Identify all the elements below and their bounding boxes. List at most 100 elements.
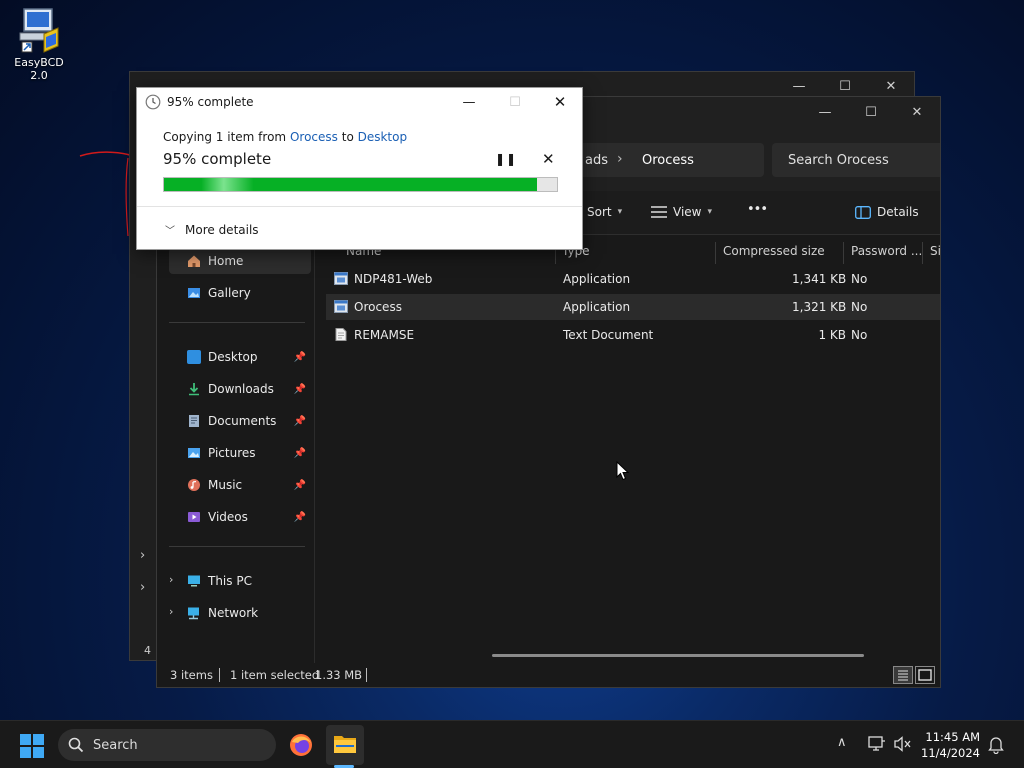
- file-explorer-taskbar-button[interactable]: [326, 725, 364, 765]
- pin-icon[interactable]: 📌: [294, 384, 306, 395]
- file-compressed-size: 1 KB: [818, 328, 846, 342]
- nav-item-gallery[interactable]: Gallery: [187, 280, 312, 306]
- pictures-icon: [188, 448, 200, 458]
- close-icon[interactable]: ✕: [540, 91, 580, 113]
- show-hidden-icons-button[interactable]: ∧: [837, 735, 847, 750]
- status-divider: [219, 668, 220, 682]
- breadcrumb-item-current[interactable]: Orocess: [642, 153, 694, 168]
- copy-description: Copying 1 item from Orocess to Desktop: [163, 130, 407, 144]
- nav-label: Downloads: [208, 382, 274, 396]
- firefox-taskbar-button[interactable]: [289, 733, 313, 760]
- table-row[interactable]: REMAMSE Text Document 1 KB No: [326, 322, 940, 348]
- close-icon[interactable]: ✕: [894, 97, 940, 127]
- tiles-view-button[interactable]: [915, 666, 935, 684]
- file-password: No: [851, 328, 868, 342]
- nav-item-home[interactable]: Home: [169, 248, 311, 274]
- column-header-password[interactable]: Password ...: [851, 244, 922, 258]
- notification-bell-icon[interactable]: [988, 736, 1004, 754]
- to-word: to: [341, 130, 354, 144]
- chevron-right-icon[interactable]: ›: [140, 580, 145, 595]
- dialog-title: 95% complete: [167, 95, 254, 109]
- pin-icon[interactable]: 📌: [294, 448, 306, 459]
- minimize-icon[interactable]: —: [449, 91, 489, 113]
- nav-item-pictures[interactable]: Pictures 📌: [187, 440, 312, 466]
- taskbar-search-box[interactable]: Search: [58, 729, 276, 761]
- music-icon: [188, 479, 200, 491]
- status-item-count: 4: [144, 644, 151, 657]
- more-options-button[interactable]: •••: [747, 202, 768, 217]
- minimize-icon[interactable]: —: [802, 97, 848, 127]
- maximize-icon: ☐: [509, 94, 521, 110]
- details-label: Details: [877, 205, 919, 219]
- nav-item-this-pc[interactable]: This PC: [187, 568, 312, 594]
- firefox-icon: [290, 734, 312, 756]
- desktop-icon-easybcd[interactable]: EasyBCD 2.0: [4, 6, 74, 82]
- chevron-right-icon[interactable]: ›: [169, 605, 173, 618]
- more-details-label: More details: [185, 222, 259, 237]
- pin-icon[interactable]: 📌: [294, 416, 306, 427]
- nav-label: Network: [208, 606, 259, 620]
- progress-percent-text: 95% complete: [163, 150, 272, 168]
- home-icon: [188, 255, 200, 267]
- nav-item-music[interactable]: Music 📌: [187, 472, 312, 498]
- nav-divider: [169, 546, 305, 547]
- search-input[interactable]: Search Orocess: [772, 143, 940, 177]
- tiles-view-icon: [918, 669, 932, 681]
- file-name: NDP481-Web: [354, 272, 433, 286]
- column-header-compressed-size[interactable]: Compressed size: [723, 244, 825, 258]
- computer-icon: [188, 575, 200, 587]
- file-name: Orocess: [354, 300, 402, 314]
- copy-progress-dialog[interactable]: 95% complete — ☐ ✕ Copying 1 item from O…: [136, 87, 583, 250]
- start-button[interactable]: [20, 734, 44, 761]
- chevron-right-icon[interactable]: ›: [140, 548, 145, 563]
- pin-icon[interactable]: 📌: [294, 512, 306, 523]
- column-divider[interactable]: [843, 242, 844, 264]
- pin-icon[interactable]: 📌: [294, 352, 306, 363]
- table-row[interactable]: Orocess Application 1,321 KB No: [326, 294, 940, 320]
- column-divider[interactable]: [715, 242, 716, 264]
- taskbar-search-label: Search: [93, 738, 138, 753]
- table-row[interactable]: NDP481-Web Application 1,341 KB No: [326, 266, 940, 292]
- destination-link[interactable]: Desktop: [358, 130, 408, 144]
- dialog-title-bar[interactable]: 95% complete — ☐ ✕: [137, 88, 582, 116]
- nav-item-network[interactable]: Network: [187, 600, 312, 626]
- taskbar: Search ∧ 11:45 AM 11/4/2024: [0, 720, 1024, 768]
- source-link[interactable]: Orocess: [290, 130, 338, 144]
- cancel-button[interactable]: ✕: [542, 150, 555, 168]
- nav-label: Documents: [208, 414, 277, 428]
- nav-label: Videos: [208, 510, 248, 524]
- breadcrumb-item-downloads[interactable]: ads: [585, 153, 608, 168]
- pin-icon[interactable]: 📌: [294, 480, 306, 491]
- view-button[interactable]: View ▾: [651, 205, 712, 219]
- horizontal-scrollbar[interactable]: [492, 654, 864, 657]
- application-icon: [334, 300, 348, 313]
- network-status-icon[interactable]: [868, 736, 886, 752]
- pause-button[interactable]: ❚❚: [495, 152, 517, 166]
- more-details-button[interactable]: ﹀ More details: [165, 222, 259, 238]
- status-size: 1.33 MB: [315, 668, 363, 682]
- clock[interactable]: 11:45 AM 11/4/2024: [920, 729, 980, 761]
- file-compressed-size: 1,341 KB: [792, 272, 847, 286]
- nav-item-videos[interactable]: Videos 📌: [187, 504, 312, 530]
- volume-muted-icon[interactable]: [894, 736, 912, 752]
- sort-button[interactable]: Sort ▾: [587, 205, 622, 219]
- column-header-size[interactable]: Si: [930, 244, 940, 258]
- desktop-folder-icon: [187, 350, 201, 364]
- cancel-icon: ✕: [542, 150, 555, 168]
- details-pane-button[interactable]: Details: [855, 205, 919, 219]
- navigation-pane: Home Gallery Desktop 📌 Downloads 📌 Docum…: [157, 236, 315, 663]
- chevron-down-icon: ▾: [707, 207, 713, 217]
- nav-item-documents[interactable]: Documents 📌: [187, 408, 312, 434]
- column-divider[interactable]: [922, 242, 923, 264]
- nav-item-downloads[interactable]: Downloads 📌: [187, 376, 312, 402]
- details-view-button[interactable]: [893, 666, 913, 684]
- download-icon: [189, 383, 199, 396]
- status-item-count: 3 items: [170, 668, 213, 682]
- chevron-right-icon[interactable]: ›: [169, 573, 173, 586]
- maximize-icon[interactable]: ☐: [848, 97, 894, 127]
- file-password: No: [851, 272, 868, 286]
- status-bar: 3 items 1 item selected 1.33 MB: [157, 663, 940, 687]
- nav-item-desktop[interactable]: Desktop 📌: [187, 344, 312, 370]
- view-label: View: [673, 205, 702, 219]
- search-placeholder: Search Orocess: [788, 153, 889, 168]
